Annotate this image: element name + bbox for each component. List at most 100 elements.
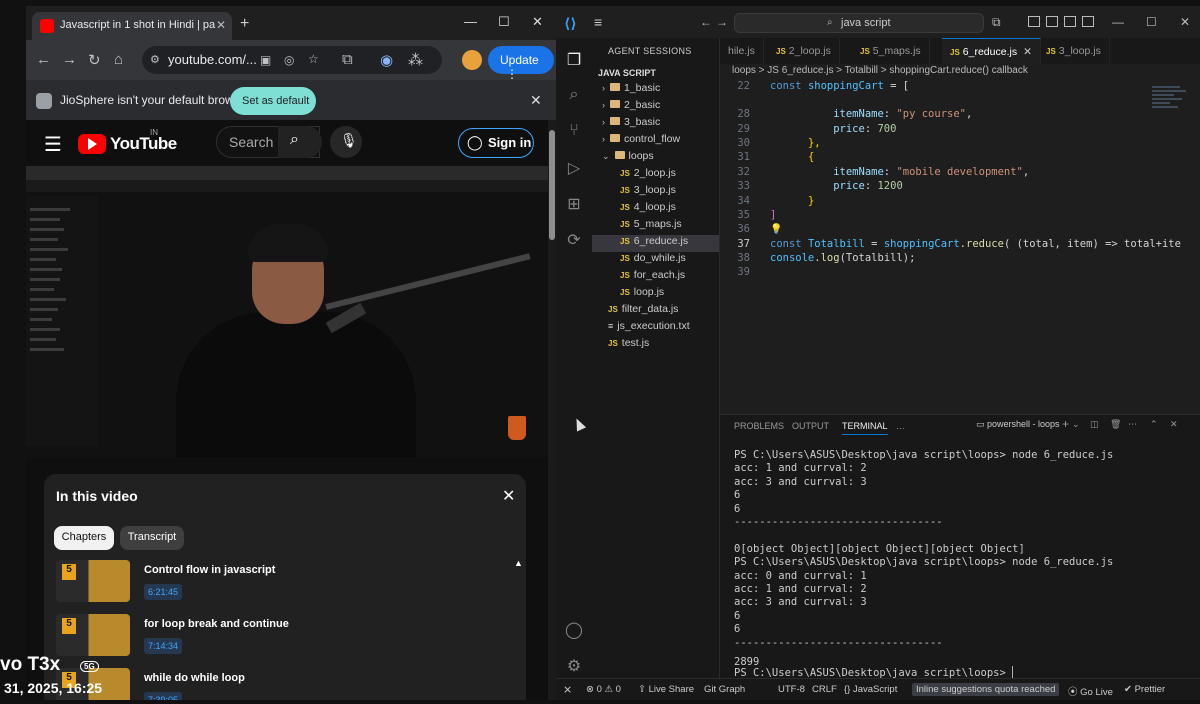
remote-indicator[interactable]: ⨯ bbox=[556, 679, 580, 700]
terminal-selector[interactable]: ▭ powershell - loops bbox=[976, 419, 1060, 430]
new-terminal-icon[interactable]: + bbox=[1062, 417, 1069, 431]
chapter-item[interactable]: 5 while do while loop 7:39:05 bbox=[56, 668, 516, 700]
tree-folder[interactable]: › 3_basic bbox=[592, 116, 719, 133]
scrollbar-thumb[interactable] bbox=[549, 130, 555, 240]
editor-tab[interactable]: JS 5_maps.js bbox=[852, 38, 930, 64]
run-debug-icon[interactable]: ▷ bbox=[564, 158, 584, 178]
reload-icon[interactable]: ↻ bbox=[88, 51, 101, 69]
address-bar[interactable]: ⚙ youtube.com/... ▣ ◎ ☆ bbox=[142, 46, 442, 74]
tree-file[interactable]: JS 5_maps.js bbox=[592, 218, 719, 235]
code-line[interactable]: 35] bbox=[720, 209, 1190, 223]
tree-folder-open[interactable]: ⌄ loops bbox=[592, 150, 719, 167]
transcript-chip[interactable]: Transcript bbox=[120, 526, 184, 550]
tree-file[interactable]: JS for_each.js bbox=[592, 269, 719, 286]
extensions-icon[interactable]: ⊞ bbox=[564, 194, 584, 214]
tree-file[interactable]: JS do_while.js bbox=[592, 252, 719, 269]
youtube-logo-text[interactable]: YouTube bbox=[110, 134, 177, 154]
toggle-panel-icon[interactable] bbox=[1046, 16, 1058, 27]
install-app-icon[interactable]: ▣ bbox=[260, 53, 271, 67]
problems-tab[interactable]: PROBLEMS bbox=[734, 421, 784, 431]
chapter-timestamp[interactable]: 7:39:05 bbox=[144, 692, 183, 700]
code-line[interactable]: 22 const shoppingCart = [ bbox=[720, 80, 1190, 94]
extensions-puzzle-icon[interactable]: ⁂ bbox=[408, 51, 423, 69]
code-line[interactable]: 33 price: 1200 bbox=[720, 180, 1190, 194]
remote-explorer-icon[interactable]: ⟳ bbox=[564, 230, 584, 250]
command-center-search[interactable]: ⌕ java script bbox=[734, 13, 984, 33]
close-window-icon[interactable]: ✕ bbox=[532, 14, 543, 30]
chapter-timestamp[interactable]: 6:21:45 bbox=[144, 584, 183, 600]
toggle-sidebar-icon[interactable] bbox=[1028, 16, 1040, 27]
maximize-icon[interactable]: ☐ bbox=[498, 14, 510, 30]
youtube-search-button[interactable]: ⌕ bbox=[278, 126, 322, 158]
panel-more-icon[interactable]: … bbox=[896, 421, 905, 431]
forward-arrow-icon[interactable]: → bbox=[716, 15, 728, 29]
code-line[interactable]: 30 }, bbox=[720, 137, 1190, 151]
tree-file[interactable]: JS loop.js bbox=[592, 286, 719, 303]
home-icon[interactable]: ⌂ bbox=[114, 51, 123, 68]
tree-folder[interactable]: › control_flow bbox=[592, 133, 719, 150]
minimap[interactable] bbox=[1152, 86, 1192, 146]
bookmark-star-icon[interactable]: ☆ bbox=[308, 52, 319, 66]
breadcrumb[interactable]: loops > JS 6_reduce.js > Totalbill > sho… bbox=[732, 65, 1028, 76]
screenshot-icon[interactable]: ⧉ bbox=[342, 51, 353, 68]
customize-layout-icon[interactable] bbox=[1082, 16, 1094, 27]
video-player[interactable] bbox=[26, 166, 548, 458]
tree-file[interactable]: JS 3_loop.js bbox=[592, 184, 719, 201]
maximize-icon[interactable]: ☐ bbox=[1146, 15, 1157, 29]
update-button[interactable]: Update ⋮ bbox=[488, 46, 554, 81]
code-line[interactable]: 36 💡 bbox=[720, 223, 1190, 237]
panel-more-actions-icon[interactable]: ⋯ bbox=[1128, 419, 1137, 430]
split-terminal-icon[interactable]: ◫ bbox=[1090, 419, 1099, 430]
voice-search-button[interactable]: 🎙 bbox=[330, 126, 362, 158]
encoding-status[interactable]: UTF-8 bbox=[778, 684, 805, 695]
problems-status[interactable]: ⊗ 0 ⚠ 0 bbox=[586, 684, 621, 695]
tracking-off-icon[interactable]: ◎ bbox=[284, 53, 294, 67]
back-icon[interactable]: ← bbox=[36, 51, 51, 68]
source-control-icon[interactable]: ⑂ bbox=[564, 122, 584, 142]
minimize-icon[interactable]: — bbox=[1112, 15, 1124, 29]
live-share-status[interactable]: ⇪ Live Share bbox=[638, 684, 694, 695]
code-line[interactable]: 38 console.log(Totalbill); bbox=[720, 252, 1190, 266]
tree-file[interactable]: JS filter_data.js bbox=[592, 303, 719, 320]
language-status[interactable]: {} JavaScript bbox=[844, 684, 897, 695]
code-line[interactable]: 39 bbox=[720, 266, 1190, 280]
close-icon[interactable]: ✕ bbox=[1180, 15, 1190, 29]
new-tab-button[interactable]: + bbox=[240, 15, 249, 33]
menu-hamburger-icon[interactable]: ☰ bbox=[44, 132, 62, 157]
tree-folder[interactable]: › 1_basic bbox=[592, 82, 719, 99]
tree-file[interactable]: JS test.js bbox=[592, 337, 719, 354]
code-line[interactable]: 31 { bbox=[720, 151, 1190, 165]
chapters-chip[interactable]: Chapters bbox=[54, 526, 114, 550]
terminal-tab[interactable]: TERMINAL bbox=[842, 421, 888, 435]
tree-folder[interactable]: › 2_basic bbox=[592, 99, 719, 116]
code-line[interactable]: 32 itemName: "mobile development", bbox=[720, 166, 1190, 180]
tab-close-icon[interactable]: ✕ bbox=[216, 18, 226, 32]
tree-file[interactable]: ≡ js_execution.txt bbox=[592, 320, 719, 337]
site-info-icon[interactable]: ⚙ bbox=[150, 53, 160, 66]
forward-icon[interactable]: → bbox=[62, 51, 77, 68]
code-line-current[interactable]: 37 const Totalbill = shoppingCart.reduce(… bbox=[720, 238, 1190, 252]
profile-avatar[interactable] bbox=[462, 50, 482, 70]
prettier-status[interactable]: ✔ Prettier bbox=[1124, 684, 1165, 695]
editor-tab-active[interactable]: JS 6_reduce.js ✕ bbox=[942, 38, 1041, 64]
sign-in-button[interactable]: ◯ Sign in bbox=[458, 128, 534, 158]
go-live-status[interactable]: ⦿ Go Live bbox=[1068, 684, 1113, 698]
extension-icon[interactable]: ◉ bbox=[380, 51, 393, 69]
output-tab[interactable]: OUTPUT bbox=[792, 421, 829, 431]
lightbulb-icon[interactable]: 💡 bbox=[770, 224, 782, 235]
account-icon[interactable]: ◯ bbox=[564, 620, 584, 640]
minimize-icon[interactable]: — bbox=[464, 14, 477, 29]
maximize-panel-icon[interactable]: ⌃ bbox=[1150, 419, 1158, 430]
editor-tab[interactable]: JS 2_loop.js bbox=[768, 38, 840, 64]
set-default-button[interactable]: Set as default bbox=[230, 87, 316, 115]
inline-suggestions-status[interactable]: Inline suggestions quota reached bbox=[912, 683, 1060, 696]
search-icon[interactable]: ⌕ bbox=[564, 86, 584, 106]
chapter-item[interactable]: 5 Control flow in javascript 6:21:45 bbox=[56, 560, 516, 610]
menu-icon[interactable]: ≡ bbox=[594, 14, 602, 30]
code-line[interactable]: 34 } bbox=[720, 195, 1190, 209]
terminal-dropdown-icon[interactable]: ⌄ bbox=[1072, 419, 1080, 430]
infobar-close-icon[interactable]: ✕ bbox=[530, 92, 542, 109]
code-line[interactable]: 28 itemName: "py course", bbox=[720, 108, 1190, 122]
close-tab-icon[interactable]: ✕ bbox=[1023, 46, 1032, 58]
close-panel-icon[interactable]: ✕ bbox=[1170, 419, 1178, 430]
